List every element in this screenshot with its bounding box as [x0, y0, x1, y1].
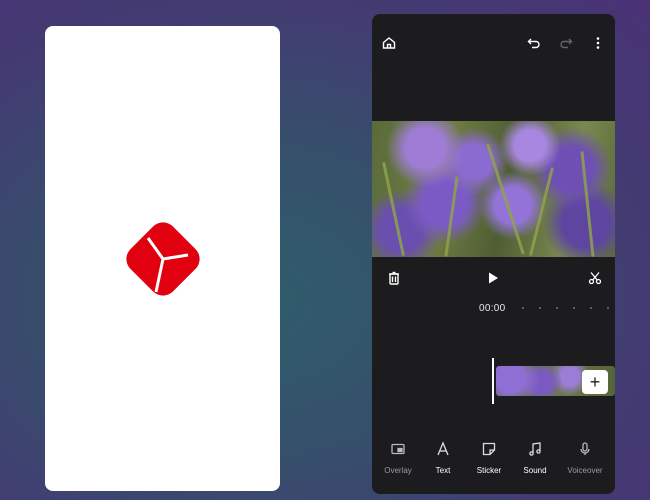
tool-label: Sticker: [476, 466, 502, 475]
timeline-tick: [556, 307, 558, 309]
sticker-icon: [464, 438, 514, 460]
video-editor-screen: 00:00 + Overlay Text Sticker Sound Voice…: [372, 14, 615, 494]
trash-icon[interactable]: [384, 268, 404, 288]
add-clip-button[interactable]: +: [582, 370, 608, 394]
tool-voiceover[interactable]: Voiceover: [560, 438, 610, 475]
tool-label: Overlay: [384, 466, 412, 475]
timeline-tick: [539, 307, 541, 309]
tool-overlay[interactable]: Overlay: [373, 438, 423, 475]
home-icon[interactable]: [379, 33, 399, 53]
tool-label: Voiceover: [567, 466, 603, 475]
more-vertical-icon[interactable]: [588, 33, 608, 53]
app-logo-icon: [126, 222, 200, 296]
tool-label: Sound: [523, 466, 547, 475]
tool-sticker[interactable]: Sticker: [464, 438, 514, 475]
microphone-icon: [560, 438, 610, 460]
timeline-tick: [607, 307, 609, 309]
scissors-icon[interactable]: [585, 268, 605, 288]
playhead[interactable]: [492, 358, 494, 404]
tool-label: Text: [435, 466, 451, 475]
timeline-tick: [573, 307, 575, 309]
play-icon[interactable]: [483, 268, 503, 288]
timeline-time: 00:00: [479, 303, 506, 314]
timeline-tick: [522, 307, 524, 309]
text-icon: [418, 438, 468, 460]
timeline-tick: [590, 307, 592, 309]
redo-icon[interactable]: [556, 33, 576, 53]
overlay-icon: [373, 438, 423, 460]
splash-screen: [45, 26, 280, 491]
tool-text[interactable]: Text: [418, 438, 468, 475]
video-preview[interactable]: [372, 121, 615, 257]
undo-icon[interactable]: [524, 33, 544, 53]
music-note-icon: [510, 438, 560, 460]
tool-sound[interactable]: Sound: [510, 438, 560, 475]
